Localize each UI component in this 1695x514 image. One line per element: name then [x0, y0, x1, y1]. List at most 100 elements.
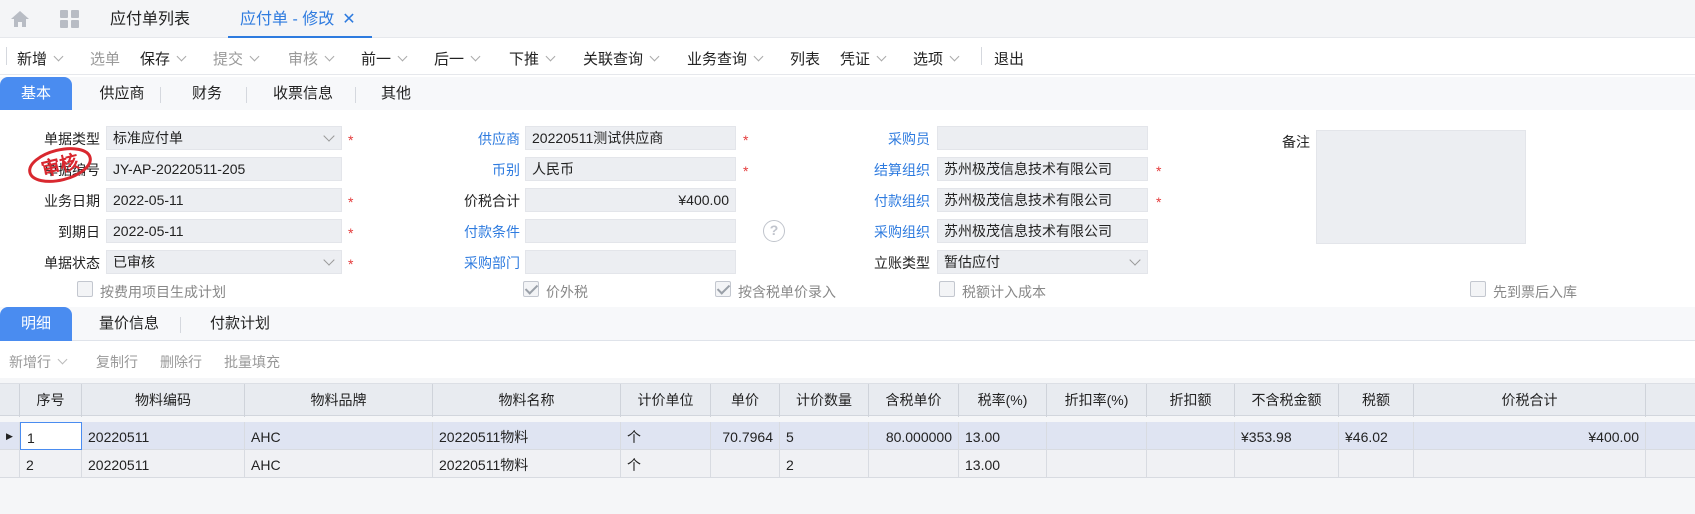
cell-material-brand[interactable]: AHC [245, 422, 433, 450]
col-header[interactable]: 价税合计 [1414, 384, 1646, 417]
bill-status-select[interactable]: 已审核 [106, 250, 342, 274]
col-header[interactable]: 物料编码 [82, 384, 245, 417]
cell-seq[interactable]: 2 [20, 450, 82, 478]
close-icon[interactable]: ✕ [342, 11, 355, 28]
cell-material-name[interactable]: 20220511物料 [433, 422, 621, 450]
cell-discount-amount[interactable] [1147, 450, 1235, 478]
purchase-org-field[interactable]: 苏州极茂信息技术有限公司 [937, 219, 1148, 243]
cell-unit[interactable]: 个 [621, 422, 711, 450]
chevron-down-icon[interactable] [1129, 254, 1141, 266]
cell-tax-amount[interactable]: ¥46.02 [1339, 422, 1414, 450]
pay-org-label[interactable]: 付款组织 [830, 191, 930, 211]
prev-button[interactable]: 前一 [361, 48, 408, 69]
tab-payable-list[interactable]: 应付单列表 [110, 0, 190, 38]
purchase-org-label[interactable]: 采购组织 [830, 222, 930, 242]
cell-tax-rate[interactable]: 13.00 [959, 450, 1047, 478]
related-query-button[interactable]: 关联查询 [583, 48, 660, 69]
delete-row-button[interactable]: 删除行 [160, 352, 202, 372]
cell-tax-amount[interactable] [1339, 450, 1414, 478]
chevron-down-icon[interactable] [470, 51, 481, 62]
currency-field[interactable]: 人民币 [525, 157, 736, 181]
cell-amount-ex-tax[interactable] [1235, 450, 1339, 478]
tax-in-cost-checkbox[interactable] [939, 281, 955, 297]
exit-button[interactable]: 退出 [994, 48, 1024, 69]
chevron-down-icon[interactable] [545, 51, 556, 62]
home-icon[interactable] [10, 10, 30, 28]
options-button[interactable]: 选项 [913, 48, 960, 69]
buyer-label[interactable]: 采购员 [830, 129, 930, 149]
grid-icon[interactable] [60, 10, 80, 28]
bill-no-field[interactable]: JY-AP-20220511-205 [106, 157, 342, 181]
due-date-field[interactable]: 2022-05-11 [106, 219, 342, 243]
bill-type-select[interactable]: 标准应付单 [106, 126, 342, 150]
cell-material-code[interactable]: 20220511 [82, 450, 245, 478]
tab-finance[interactable]: 财务 [172, 77, 242, 111]
audit-button[interactable]: 审核 [288, 48, 335, 69]
business-query-button[interactable]: 业务查询 [687, 48, 764, 69]
cell-total[interactable]: ¥400.00 [1414, 422, 1646, 450]
submit-button[interactable]: 提交 [213, 48, 260, 69]
tab-detail[interactable]: 明细 [0, 307, 72, 341]
chevron-down-icon[interactable] [324, 51, 335, 62]
chevron-down-icon[interactable] [249, 51, 260, 62]
add-row-button[interactable]: 新增行 [9, 352, 68, 372]
col-header[interactable]: 计价数量 [780, 384, 869, 417]
invoice-first-checkbox[interactable] [1470, 281, 1486, 297]
buyer-field[interactable] [937, 126, 1148, 150]
chevron-down-icon[interactable] [753, 51, 764, 62]
col-header[interactable]: 折扣额 [1147, 384, 1235, 417]
select-bill-button[interactable]: 选单 [90, 48, 120, 69]
new-button[interactable]: 新增 [17, 48, 64, 69]
supplier-label[interactable]: 供应商 [420, 129, 520, 149]
col-header[interactable]: 计价单位 [621, 384, 711, 417]
cell-discount-amount[interactable] [1147, 422, 1235, 450]
copy-row-button[interactable]: 复制行 [96, 352, 138, 372]
account-type-select[interactable]: 暂估应付 [937, 250, 1148, 274]
save-button[interactable]: 保存 [140, 48, 187, 69]
table-row[interactable]: 2 20220511 AHC 20220511物料 个 2 13.00 [0, 450, 1695, 478]
biz-date-field[interactable]: 2022-05-11 [106, 188, 342, 212]
next-button[interactable]: 后一 [434, 48, 481, 69]
cell-price[interactable]: 70.7964 [711, 422, 780, 450]
col-header[interactable]: 单价 [711, 384, 780, 417]
cell-qty[interactable]: 5 [780, 422, 869, 450]
pay-terms-field[interactable] [525, 219, 736, 243]
chevron-down-icon[interactable] [53, 51, 64, 62]
cell-material-brand[interactable]: AHC [245, 450, 433, 478]
voucher-button[interactable]: 凭证 [840, 48, 887, 69]
gen-plan-checkbox[interactable] [77, 281, 93, 297]
col-header[interactable]: 税额 [1339, 384, 1414, 417]
tax-price-entry-checkbox[interactable] [715, 281, 731, 297]
cell-total[interactable] [1414, 450, 1646, 478]
cell-qty[interactable]: 2 [780, 450, 869, 478]
supplier-field[interactable]: 20220511测试供应商 [525, 126, 736, 150]
tab-basic[interactable]: 基本 [0, 77, 72, 111]
push-down-button[interactable]: 下推 [509, 48, 556, 69]
remark-textarea[interactable] [1316, 130, 1526, 244]
cell-material-name[interactable]: 20220511物料 [433, 450, 621, 478]
col-header[interactable]: 含税单价 [869, 384, 959, 417]
tab-supplier[interactable]: 供应商 [84, 77, 160, 111]
tab-payment-plan[interactable]: 付款计划 [192, 307, 288, 341]
cell-tax-price[interactable]: 80.000000 [869, 422, 959, 450]
chevron-down-icon[interactable] [949, 51, 960, 62]
col-header[interactable]: 序号 [20, 384, 82, 417]
cell-amount-ex-tax[interactable]: ¥353.98 [1235, 422, 1339, 450]
tab-qty-price[interactable]: 量价信息 [84, 307, 174, 341]
chevron-down-icon[interactable] [323, 254, 335, 266]
col-header[interactable]: 物料品牌 [245, 384, 433, 417]
col-header[interactable]: 不含税金额 [1235, 384, 1339, 417]
chevron-down-icon[interactable] [649, 51, 660, 62]
chevron-down-icon[interactable] [323, 130, 335, 142]
chevron-down-icon[interactable] [57, 354, 68, 365]
table-row[interactable]: ▶ 1 20220511 AHC 20220511物料 个 70.7964 5 … [0, 422, 1695, 450]
batch-fill-button[interactable]: 批量填充 [224, 352, 280, 372]
tax-excluded-checkbox[interactable] [523, 281, 539, 297]
cell-tax-price[interactable] [869, 450, 959, 478]
col-header[interactable]: 物料名称 [433, 384, 621, 417]
settle-org-label[interactable]: 结算组织 [830, 160, 930, 180]
cell-discount-rate[interactable] [1047, 422, 1147, 450]
cell-price[interactable] [711, 450, 780, 478]
tab-invoice-info[interactable]: 收票信息 [258, 77, 348, 111]
currency-label[interactable]: 币别 [420, 160, 520, 180]
